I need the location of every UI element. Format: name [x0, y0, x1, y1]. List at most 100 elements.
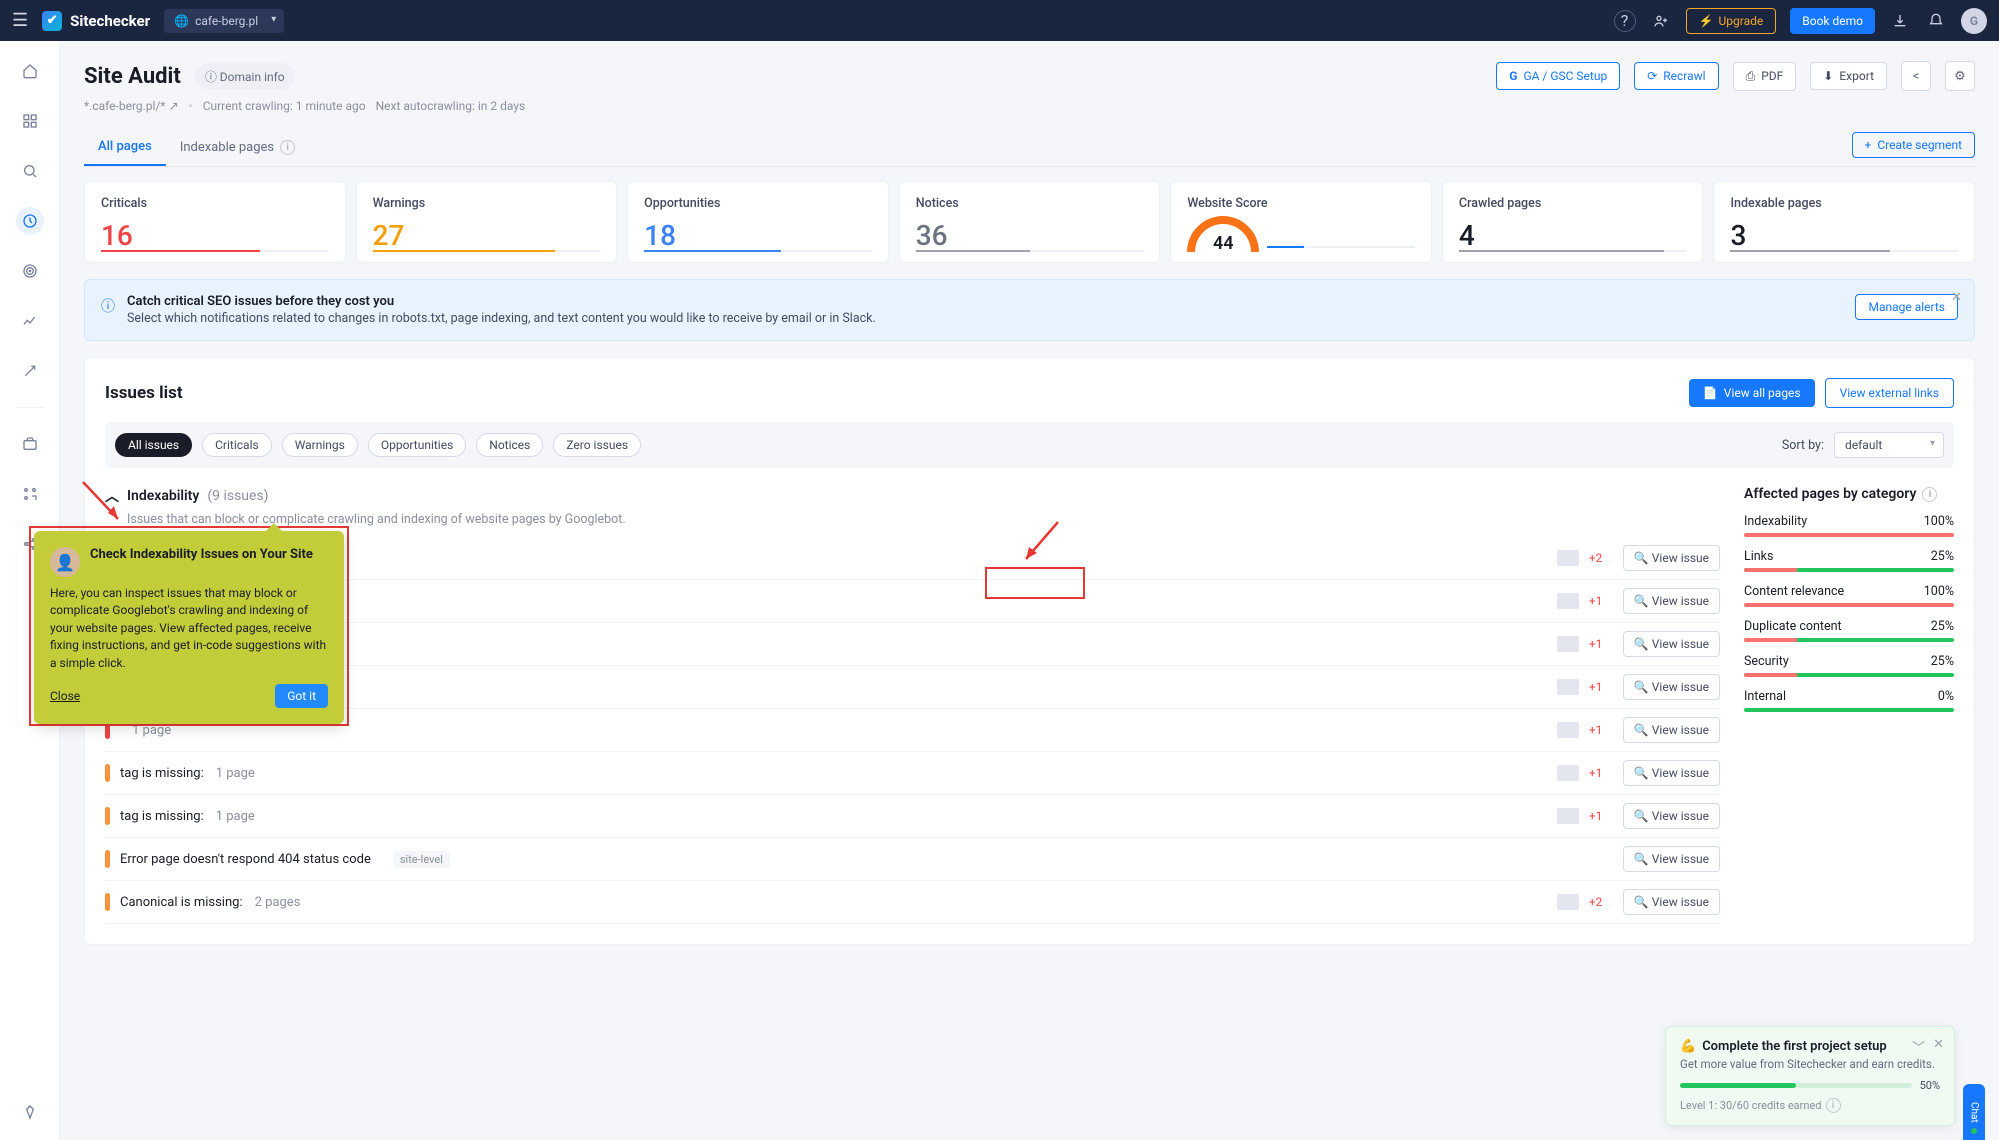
category-pct: 100% — [1924, 584, 1954, 599]
category-row[interactable]: Content relevance100% — [1744, 584, 1954, 607]
path-link[interactable]: *.cafe-berg.pl/* ↗ — [84, 99, 179, 113]
sidebar-target-icon[interactable] — [16, 257, 44, 285]
severity-bar — [105, 764, 110, 782]
logo[interactable]: ✔ Sitechecker — [42, 11, 150, 31]
toast-close-icon[interactable]: ✕ — [1933, 1037, 1944, 1056]
category-name: Links — [1744, 549, 1773, 564]
sidebar-apps-icon[interactable] — [16, 480, 44, 508]
categories-title: Affected pages by category i — [1744, 486, 1954, 502]
stat-indexable[interactable]: Indexable pages 3 — [1713, 181, 1975, 263]
domain-dropdown[interactable]: 🌐cafe-berg.pl — [164, 9, 284, 33]
issues-list-title: Issues list — [105, 383, 183, 403]
add-user-icon[interactable] — [1650, 10, 1672, 32]
category-row[interactable]: Internal0% — [1744, 689, 1954, 712]
tooltip-gotit-button[interactable]: Got it — [275, 684, 328, 708]
category-row[interactable]: Security 25% — [1744, 654, 1954, 677]
issue-delta: +1 — [1589, 809, 1613, 823]
stat-criticals[interactable]: Criticals 16 — [84, 181, 346, 263]
filter-criticals[interactable]: Criticals — [202, 433, 272, 457]
pdf-button[interactable]: ⎙ PDF — [1733, 62, 1797, 91]
help-icon[interactable]: ? — [1614, 10, 1636, 32]
download-icon[interactable] — [1889, 10, 1911, 32]
category-name: Security — [1744, 654, 1789, 669]
sidebar-search-icon[interactable] — [16, 157, 44, 185]
alert-text: Select which notifications related to ch… — [127, 311, 1843, 326]
tab-all-pages[interactable]: All pages — [84, 129, 166, 166]
meta-next-crawl: Next autocrawling: in 2 days — [376, 99, 526, 113]
user-avatar[interactable]: G — [1961, 8, 1987, 34]
site-level-badge: site-level — [393, 851, 450, 868]
create-segment-button[interactable]: + Create segment — [1852, 132, 1975, 158]
category-row[interactable]: Indexability100% — [1744, 514, 1954, 537]
sidebar-home-icon[interactable] — [16, 57, 44, 85]
recrawl-button[interactable]: ⟳ Recrawl — [1634, 62, 1718, 90]
issue-row: Canonical is missing: 2 pages +2 🔍 View … — [105, 881, 1720, 924]
view-issue-button[interactable]: 🔍 View issue — [1623, 889, 1720, 915]
view-issue-button[interactable]: 🔍 View issue — [1623, 545, 1720, 571]
filter-opportunities[interactable]: Opportunities — [368, 433, 466, 457]
sort-select[interactable]: default — [1834, 432, 1944, 458]
category-row[interactable]: Duplicate content25% — [1744, 619, 1954, 642]
book-demo-button[interactable]: Book demo — [1790, 8, 1875, 34]
issue-pages: 2 pages — [255, 895, 301, 910]
view-external-links-button[interactable]: View external links — [1825, 378, 1954, 408]
ga-gsc-button[interactable]: G GA / GSC Setup — [1496, 62, 1620, 90]
stat-score[interactable]: Website Score 44 — [1170, 181, 1432, 263]
group-description: Issues that can block or complicate craw… — [127, 512, 1720, 527]
category-pct: 25% — [1931, 654, 1954, 669]
upgrade-button[interactable]: ⚡ Upgrade — [1686, 8, 1777, 34]
share-button[interactable]: < — [1901, 61, 1931, 91]
chat-widget[interactable]: Chat — [1963, 1084, 1985, 1140]
sidebar-briefcase-icon[interactable] — [16, 430, 44, 458]
view-all-pages-button[interactable]: 📄 View all pages — [1689, 379, 1815, 407]
view-issue-button[interactable]: 🔍 View issue — [1623, 631, 1720, 657]
group-toggle-indexability[interactable]: ︿ Indexability (9 issues) — [105, 486, 1720, 506]
hamburger-icon[interactable]: ☰ — [12, 10, 28, 31]
alert-title: Catch critical SEO issues before they co… — [127, 294, 1843, 309]
manage-alerts-button[interactable]: Manage alerts — [1855, 294, 1958, 320]
toast-collapse-icon[interactable]: ﹀ — [1912, 1037, 1925, 1056]
filter-notices[interactable]: Notices — [476, 433, 543, 457]
sidebar-diamond-icon[interactable] — [16, 1098, 44, 1126]
category-row[interactable]: Links 25% — [1744, 549, 1954, 572]
annotation-arrow-icon — [1018, 517, 1068, 567]
issue-delta: +1 — [1589, 723, 1613, 737]
category-pct: 25% — [1931, 549, 1954, 564]
tooltip-close-link[interactable]: Close — [50, 689, 80, 703]
tab-indexable-pages[interactable]: Indexable pages i — [166, 130, 309, 165]
view-issue-button[interactable]: 🔍 View issue — [1623, 674, 1720, 700]
info-icon[interactable]: i — [280, 140, 295, 155]
chat-status-dot-icon — [1971, 1128, 1977, 1134]
export-button[interactable]: ⬇ Export — [1810, 62, 1887, 90]
view-issue-button[interactable]: 🔍 View issue — [1623, 803, 1720, 829]
domain-info-badge[interactable]: ⓘ Domain info — [195, 63, 295, 90]
stat-crawled[interactable]: Crawled pages 4 — [1442, 181, 1704, 263]
sidebar-audit-icon[interactable] — [16, 207, 44, 235]
sidebar-dashboard-icon[interactable] — [16, 107, 44, 135]
issue-name: Error page doesn't respond 404 status co… — [120, 852, 371, 867]
toast-progress-bar — [1680, 1083, 1912, 1088]
filter-warnings[interactable]: Warnings — [282, 433, 358, 457]
issue-delta: +1 — [1589, 637, 1613, 651]
info-icon[interactable]: i — [1826, 1098, 1841, 1113]
stat-warnings[interactable]: Warnings 27 — [356, 181, 618, 263]
stat-opportunities[interactable]: Opportunities 18 — [627, 181, 889, 263]
sidebar-analytics-icon[interactable] — [16, 307, 44, 335]
alert-close-icon[interactable]: ✕ — [1951, 290, 1962, 305]
view-issue-button[interactable]: 🔍 View issue — [1623, 588, 1720, 614]
app-name: Sitechecker — [70, 12, 150, 30]
sidebar-magic-icon[interactable] — [16, 357, 44, 385]
severity-bar — [105, 850, 110, 868]
info-icon[interactable]: i — [1922, 487, 1937, 502]
view-issue-button[interactable]: 🔍 View issue — [1623, 760, 1720, 786]
mini-thumb — [1557, 808, 1579, 824]
settings-button[interactable]: ⚙ — [1945, 61, 1975, 91]
view-issue-button[interactable]: 🔍 View issue — [1623, 717, 1720, 743]
stat-notices[interactable]: Notices 36 — [899, 181, 1161, 263]
filter-zero-issues[interactable]: Zero issues — [553, 433, 641, 457]
filter-all-issues[interactable]: All issues — [115, 433, 192, 457]
toast-pct: 50% — [1920, 1079, 1940, 1092]
view-issue-button[interactable]: 🔍 View issue — [1623, 846, 1720, 872]
bell-icon[interactable] — [1925, 10, 1947, 32]
issue-delta: +1 — [1589, 594, 1613, 608]
